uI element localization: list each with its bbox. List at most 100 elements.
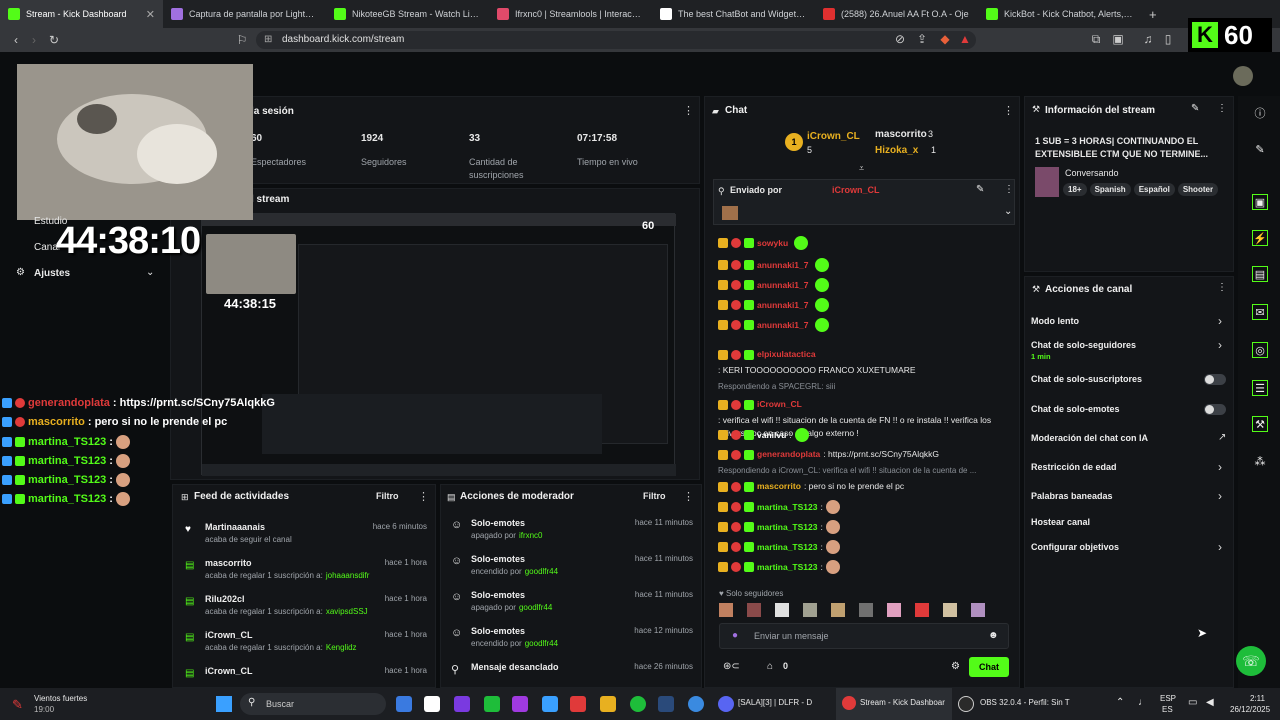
chat-username[interactable]: vanilvu [757,429,786,442]
chat-username[interactable]: martina_TS123 [757,501,817,514]
info-icon[interactable]: ⓘ [1252,106,1268,122]
mod-action-target[interactable]: ifrxnc0 [519,531,543,540]
browser-tab[interactable]: Captura de pantalla por Lightshot [163,0,326,28]
channel-action-label[interactable]: Chat de solo-suscriptores [1031,374,1142,384]
stream-preview-video[interactable]: 44:38:15 60 [201,213,676,476]
channel-action-label[interactable]: Palabras baneadas [1031,491,1113,501]
volume-icon[interactable]: ◀ [1206,697,1214,708]
feed-item-target[interactable]: johaaansdifr [326,571,370,580]
external-link-icon[interactable]: ↗ [1218,432,1226,443]
feed-item-target[interactable]: Kenglidz [326,643,357,652]
support-chat-button[interactable]: ☏ [1236,646,1266,676]
chat-settings-icon[interactable]: ⚙ [951,661,960,672]
session-menu-icon[interactable]: ⋮ [683,104,694,117]
chevron-right-icon[interactable]: › [1218,489,1222,503]
wallet-icon[interactable]: ▣ [1108,32,1128,46]
chat-username[interactable]: anunnaki1_7 [757,259,809,272]
spotify-icon[interactable] [630,696,646,712]
extensions-icon[interactable]: ⧉ [1086,32,1106,47]
pinned-menu-icon[interactable]: ⋮ [1004,184,1014,195]
emote-bar-item[interactable] [971,603,985,617]
browser-tab[interactable]: KickBot - Kick Chatbot, Alerts, TTS, C [978,0,1141,28]
tray-chevron-icon[interactable]: ⌃ [1116,697,1124,708]
channel-action-label[interactable]: Modo lento [1031,316,1079,326]
emote-bar-item[interactable] [747,603,761,617]
copilot-icon[interactable] [396,696,412,712]
toggle-switch[interactable] [1204,404,1226,415]
stream-tag[interactable]: Shooter [1177,183,1219,196]
taskbar-app-obs[interactable]: OBS 32.0.4 - Perfil: Sin T [980,698,1070,707]
top-user-1[interactable]: iCrown_CL [807,131,860,142]
send-chat-button[interactable]: Chat [969,657,1009,677]
teams-icon[interactable] [454,696,470,712]
windows-start-icon[interactable] [216,696,232,712]
toggle-switch[interactable] [1204,374,1226,385]
top-user-2[interactable]: mascorrito [875,129,927,140]
tools-icon[interactable]: ⚒ [1252,416,1268,432]
network-icon[interactable]: ▭ [1188,697,1197,708]
chevron-down-icon[interactable]: ⌄ [146,267,154,278]
emote-bar-item[interactable] [859,603,873,617]
chat-username[interactable]: martina_TS123 [757,521,817,534]
chat-input[interactable]: ● Enviar un mensaje ☻ [719,623,1009,649]
stream-info-menu-icon[interactable]: ⋮ [1217,103,1227,114]
chat-username[interactable]: anunnaki1_7 [757,299,809,312]
mod-action-target[interactable]: goodlfr44 [525,639,558,648]
camera-blocked-icon[interactable]: ⊘ [890,32,910,46]
emote-bar-item[interactable] [719,603,733,617]
emote-bar[interactable] [719,603,1009,619]
site-info-icon[interactable]: ⊞ [264,31,272,49]
address-input[interactable]: ⊞ dashboard.kick.com/stream [256,31,976,49]
stream-tag[interactable]: Español [1133,183,1175,196]
pencil-icon[interactable]: ✎ [1252,142,1268,158]
nodes-icon[interactable]: ⁂ [1252,454,1268,470]
emote-bar-item[interactable] [915,603,929,617]
channel-action-label[interactable]: Chat de solo-seguidores [1031,340,1136,350]
rewards-icon[interactable]: ▲ [955,32,975,46]
share-icon[interactable]: ⇪ [912,32,932,46]
bookmark-icon[interactable]: ⚐ [232,33,252,47]
channel-action-label[interactable]: Restricción de edad [1031,462,1117,472]
chat-username[interactable]: generandoplata [757,448,820,461]
steam-icon[interactable] [658,696,674,712]
expand-pinned-icon[interactable]: ⌄ [1004,206,1012,217]
emote-bar-item[interactable] [775,603,789,617]
clipboard-icon[interactable]: ▤ [1252,266,1268,282]
xbox-icon[interactable] [484,696,500,712]
overlay-menu-ajustes[interactable]: Ajustes [34,268,70,279]
taskbar-app-discord[interactable]: [SALA][3] | DLFR - D [738,698,812,707]
feed-menu-icon[interactable]: ⋮ [418,490,429,503]
chevron-right-icon[interactable]: › [1218,460,1222,474]
chat-username[interactable]: elpixulatactica [757,348,816,361]
forward-icon[interactable]: › [24,33,44,47]
mic-icon[interactable]: ● [732,630,738,641]
obs-icon[interactable] [958,696,974,712]
new-tab-icon[interactable]: + [1141,7,1157,22]
emote-bar-item[interactable] [803,603,817,617]
feed-item-target[interactable]: xavipsdSSJ [326,607,368,616]
back-icon[interactable]: ‹ [6,33,26,47]
browser-tab[interactable]: Stream - Kick Dashboard ✕ [0,0,163,28]
chevron-right-icon[interactable]: › [1218,338,1222,352]
chevron-right-icon[interactable]: › [1218,314,1222,328]
points-icon[interactable]: ⊛⊂ [723,661,740,672]
emote-bar-item[interactable] [943,603,957,617]
clock-time[interactable]: 2:11 [1250,694,1265,703]
chat-username[interactable]: sowyku [757,237,788,250]
discord-icon[interactable] [718,696,734,712]
reload-icon[interactable]: ↻ [44,33,64,47]
lang-indicator[interactable]: ESP [1160,694,1176,703]
chat-username[interactable]: anunnaki1_7 [757,279,809,292]
collapse-icon[interactable]: ⩡ [859,163,864,174]
chat-username[interactable]: martina_TS123 [757,561,817,574]
chat-username[interactable]: iCrown_CL [757,398,802,411]
mod-action-target[interactable]: goodlfr44 [525,567,558,576]
emoji-icon[interactable]: ☻ [988,630,999,641]
taskbar-app-active[interactable]: Stream - Kick Dashboar [836,688,952,720]
office-icon[interactable] [570,696,586,712]
sidebar-icon[interactable]: ▯ [1158,32,1178,46]
stream-tag[interactable]: 18+ [1063,183,1087,196]
lightning-icon[interactable]: ⚡ [1252,230,1268,246]
taskbar-search[interactable]: ⚲ Buscar [240,693,386,715]
channel-action-label[interactable]: Hostear canal [1031,517,1090,527]
